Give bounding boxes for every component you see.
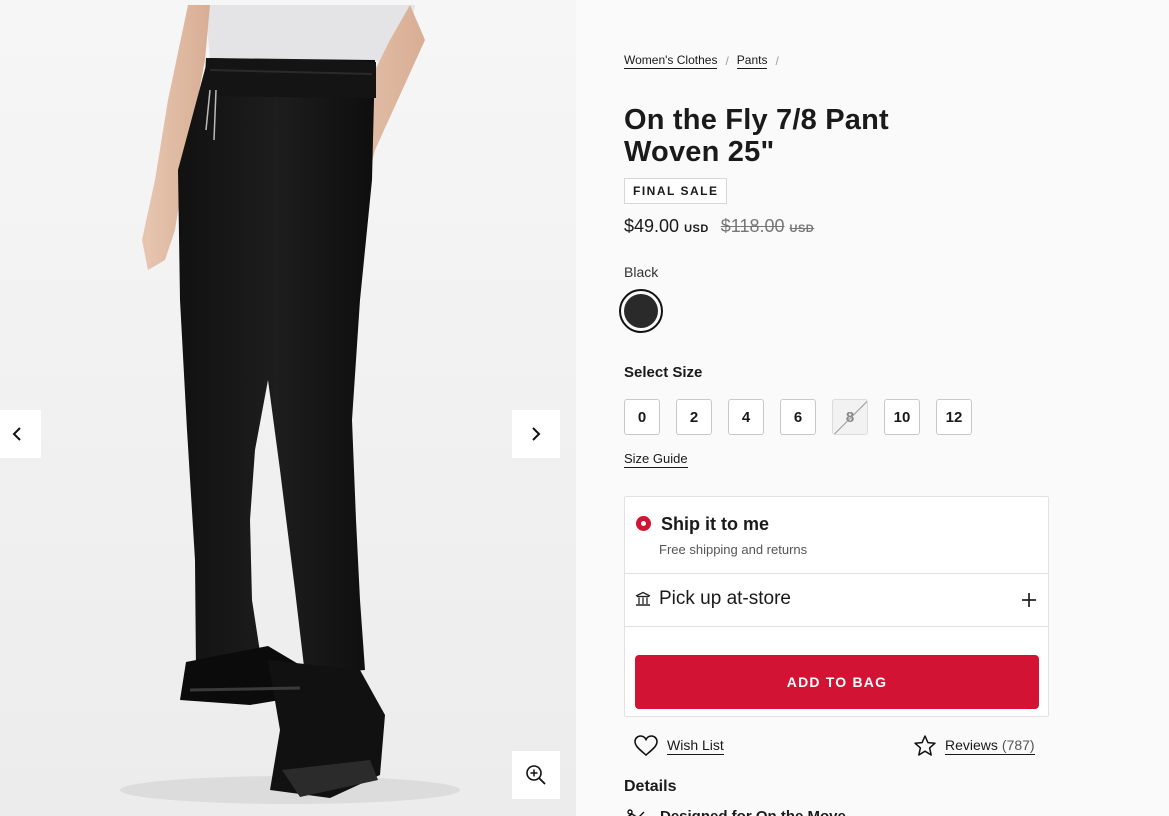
reviews-text: Reviews [945, 737, 998, 753]
radio-dot [641, 521, 646, 526]
wish-list-button[interactable]: Wish List [633, 734, 724, 758]
breadcrumb-separator: / [775, 54, 779, 68]
sale-price: $49.00 [624, 216, 680, 236]
heart-icon [634, 735, 658, 757]
zoom-button[interactable] [512, 751, 560, 799]
original-price: $118.00 USD [721, 216, 814, 237]
details-feature-item: Designed for On the Move [624, 806, 846, 816]
product-photo [0, 0, 576, 816]
next-image-button[interactable] [512, 410, 560, 458]
breadcrumb-link-pants[interactable]: Pants [736, 53, 768, 69]
size-option-6[interactable]: 6 [780, 399, 816, 435]
details-feature-text: Designed for On the Move [660, 807, 846, 816]
reviews-link[interactable]: Reviews (787) [913, 734, 1035, 758]
chevron-right-icon [532, 427, 541, 441]
details-heading: Details [624, 778, 677, 795]
sale-price-currency: USD [684, 223, 709, 235]
color-swatch-black[interactable] [619, 289, 663, 333]
movement-icon [627, 809, 645, 816]
ship-option-subtitle: Free shipping and returns [659, 542, 808, 557]
final-sale-badge: FINAL SALE [624, 178, 728, 204]
size-option-2[interactable]: 2 [676, 399, 712, 435]
breadcrumb-link-womens-clothes[interactable]: Women's Clothes [624, 53, 718, 69]
add-to-bag-button[interactable]: ADD TO BAG [635, 655, 1039, 709]
product-image-gallery [0, 0, 576, 816]
size-options: 0 2 4 6 8 10 12 [624, 399, 988, 435]
fulfillment-box: Ship it to me Free shipping and returns … [624, 496, 1049, 717]
size-option-10[interactable]: 10 [884, 399, 920, 435]
size-option-4[interactable]: 4 [728, 399, 764, 435]
original-price-currency: USD [789, 223, 815, 235]
selected-color-name: Black [624, 264, 659, 280]
reviews-count: (787) [1001, 737, 1035, 753]
reviews-label: Reviews (787) [945, 737, 1035, 755]
previous-image-button[interactable] [0, 410, 41, 458]
breadcrumb: Women's Clothes / Pants / [624, 53, 787, 69]
zoom-in-icon [526, 765, 546, 785]
size-option-12[interactable]: 12 [936, 399, 972, 435]
ship-option-title: Ship it to me [661, 514, 769, 534]
product-title: On the Fly 7/8 Pant Woven 25" [624, 104, 889, 168]
size-option-8[interactable]: 8 [832, 399, 868, 435]
pickup-option-title: Pick up at-store [659, 588, 791, 609]
price: $49.00 USD $118.00 USD [624, 216, 814, 237]
swatch-fill [624, 294, 658, 328]
store-icon [635, 591, 651, 606]
pick-up-at-store-option[interactable]: Pick up at-store [625, 574, 1048, 627]
product-details-panel: Women's Clothes / Pants / On the Fly 7/8… [576, 0, 1169, 816]
wish-list-label: Wish List [667, 737, 724, 755]
star-icon [914, 735, 936, 756]
ship-it-to-me-option[interactable]: Ship it to me Free shipping and returns [625, 497, 1048, 574]
chevron-left-icon [12, 427, 21, 441]
original-price-value: $118.00 [720, 216, 785, 236]
plus-icon[interactable] [1021, 592, 1037, 608]
size-guide-link[interactable]: Size Guide [624, 451, 688, 468]
size-option-0[interactable]: 0 [624, 399, 660, 435]
breadcrumb-separator: / [725, 54, 729, 68]
select-size-label: Select Size [624, 364, 703, 381]
ship-radio-selected[interactable] [636, 516, 651, 531]
